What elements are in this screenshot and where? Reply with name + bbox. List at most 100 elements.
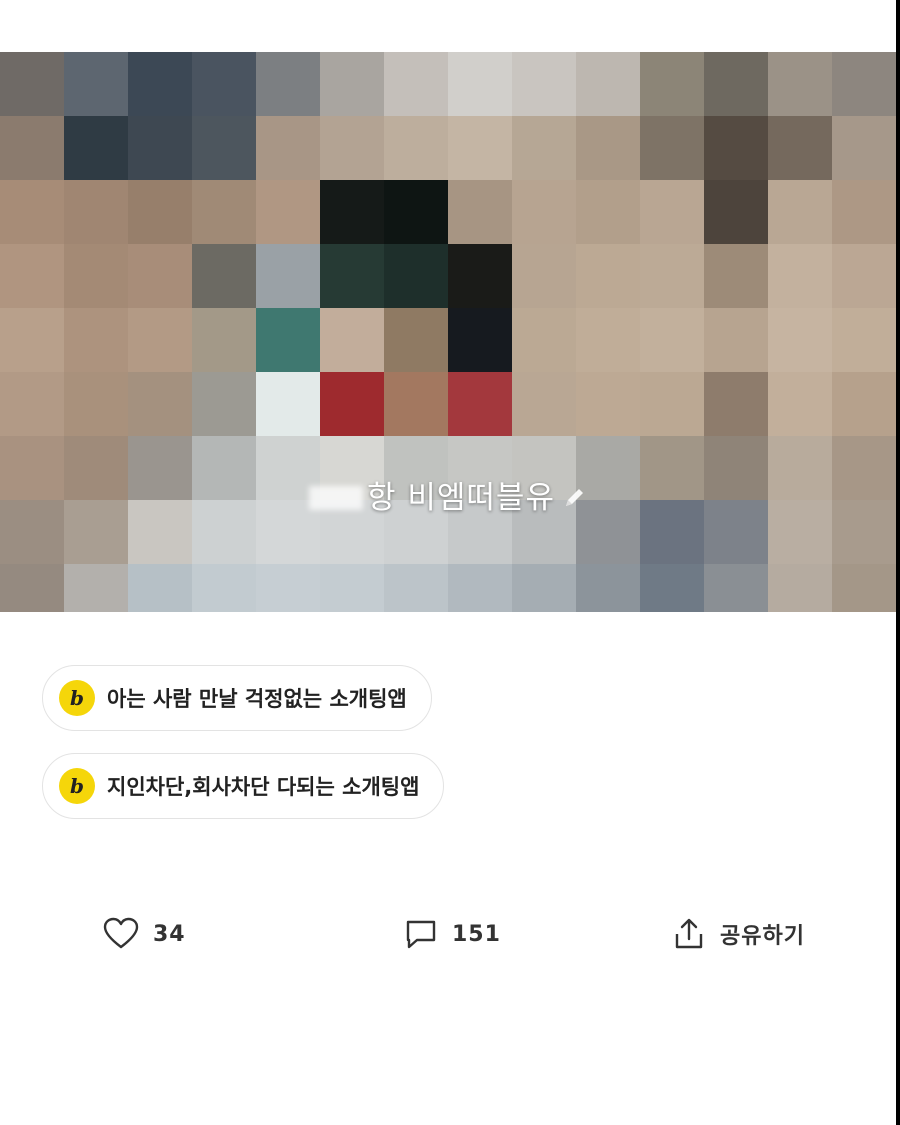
mosaic-pixel (320, 372, 384, 436)
mosaic-pixel (448, 180, 512, 244)
mosaic-pixel (768, 564, 832, 612)
mosaic-pixel (768, 52, 832, 116)
mosaic-pixel (128, 52, 192, 116)
like-button[interactable]: 34 (103, 914, 186, 954)
mosaic-pixel (256, 564, 320, 612)
mosaic-pixel (832, 308, 896, 372)
heart-icon (103, 917, 139, 949)
mosaic-pixel (384, 180, 448, 244)
mosaic-pixel (448, 244, 512, 308)
mosaic-pixel (640, 116, 704, 180)
share-label: 공유하기 (720, 924, 805, 949)
app-logo-icon: b (59, 768, 95, 804)
mosaic-pixel (512, 52, 576, 116)
mosaic-pixel (320, 52, 384, 116)
mosaic-pixel (576, 372, 640, 436)
mosaic-pixel (832, 564, 896, 612)
mosaic-pixel (0, 372, 64, 436)
mosaic-pixel (64, 308, 128, 372)
mosaic-pixel (512, 180, 576, 244)
mosaic-pixel (192, 244, 256, 308)
mosaic-pixel (64, 564, 128, 612)
mosaic-pixel (0, 52, 64, 116)
mosaic-pixel (768, 116, 832, 180)
comment-icon (406, 920, 436, 949)
mosaic-pixel (704, 116, 768, 180)
mosaic-pixel (64, 116, 128, 180)
mosaic-pixel (192, 372, 256, 436)
mosaic-pixel (704, 372, 768, 436)
link-chip-contact-block[interactable]: b 지인차단,회사차단 다되는 소개팅앱 (42, 753, 445, 819)
mosaic-pixel (832, 244, 896, 308)
mosaic-pixel (704, 308, 768, 372)
mosaic-pixel (0, 564, 64, 612)
mosaic-pixel (384, 564, 448, 612)
mosaic-pixel (512, 308, 576, 372)
mosaic-pixel (256, 244, 320, 308)
mosaic-pixel (64, 372, 128, 436)
mosaic-pixel (768, 308, 832, 372)
mosaic-pixel (512, 116, 576, 180)
mosaic-pixel (576, 180, 640, 244)
mosaic-pixel (320, 244, 384, 308)
mosaic-pixel (192, 564, 256, 612)
mosaic-pixel (128, 116, 192, 180)
mosaic-pixel (576, 308, 640, 372)
share-icon (675, 918, 703, 949)
mosaic-pixel (576, 564, 640, 612)
mosaic-pixel (640, 372, 704, 436)
mosaic-pixel (320, 116, 384, 180)
mosaic-pixel (128, 564, 192, 612)
link-chip-no-acquaintance[interactable]: b 아는 사람 만날 걱정없는 소개팅앱 (42, 665, 432, 731)
mosaic-pixel (768, 372, 832, 436)
mosaic-pixel (256, 180, 320, 244)
mosaic-pixel (640, 308, 704, 372)
mosaic-pixel (640, 52, 704, 116)
link-chip-label: 아는 사람 만날 걱정없는 소개팅앱 (107, 687, 407, 711)
mosaic-pixel (128, 244, 192, 308)
mosaic-pixel (192, 52, 256, 116)
comment-count: 151 (452, 921, 501, 947)
comment-button[interactable]: 151 (404, 914, 501, 954)
mosaic-pixel (640, 180, 704, 244)
mosaic-pixel (0, 308, 64, 372)
mosaic-pixel (768, 244, 832, 308)
mosaic-pixel (512, 372, 576, 436)
mosaic-pixel (384, 372, 448, 436)
mosaic-pixel (512, 564, 576, 612)
mosaic-pixel (384, 116, 448, 180)
mosaic-pixel (256, 308, 320, 372)
mosaic-pixel (320, 564, 384, 612)
mosaic-pixel (192, 116, 256, 180)
post-photo[interactable]: 항 비엠떠블유 (0, 52, 896, 612)
mosaic-pixel (576, 244, 640, 308)
mosaic-pixel (384, 308, 448, 372)
mosaic-pixel (448, 564, 512, 612)
mosaic-pixel (192, 308, 256, 372)
mosaic-pixel (256, 372, 320, 436)
mosaic-pixel (448, 116, 512, 180)
mosaic-pixel (704, 180, 768, 244)
mosaic-pixel (832, 116, 896, 180)
like-count: 34 (153, 921, 186, 947)
mosaic-pixel (448, 52, 512, 116)
mosaic-pixel (128, 308, 192, 372)
mosaic-pixel (576, 116, 640, 180)
mosaic-pixel (0, 116, 64, 180)
mosaic-pixel (704, 52, 768, 116)
window-edge (896, 0, 900, 1125)
caption-text: 항 비엠떠블유 (367, 480, 555, 516)
mosaic-pixel (64, 52, 128, 116)
mosaic-pixel (384, 52, 448, 116)
mosaic-pixel (384, 244, 448, 308)
mosaic-pixel (128, 372, 192, 436)
mosaic-pixel (768, 180, 832, 244)
mosaic-pixel (320, 180, 384, 244)
pencil-icon (561, 483, 587, 509)
mosaic-pixel (640, 244, 704, 308)
pixelated-photo (0, 52, 896, 612)
mosaic-pixel (448, 308, 512, 372)
link-chip-label: 지인차단,회사차단 다되는 소개팅앱 (107, 775, 420, 799)
share-button[interactable]: 공유하기 (672, 914, 805, 954)
mosaic-pixel (512, 244, 576, 308)
